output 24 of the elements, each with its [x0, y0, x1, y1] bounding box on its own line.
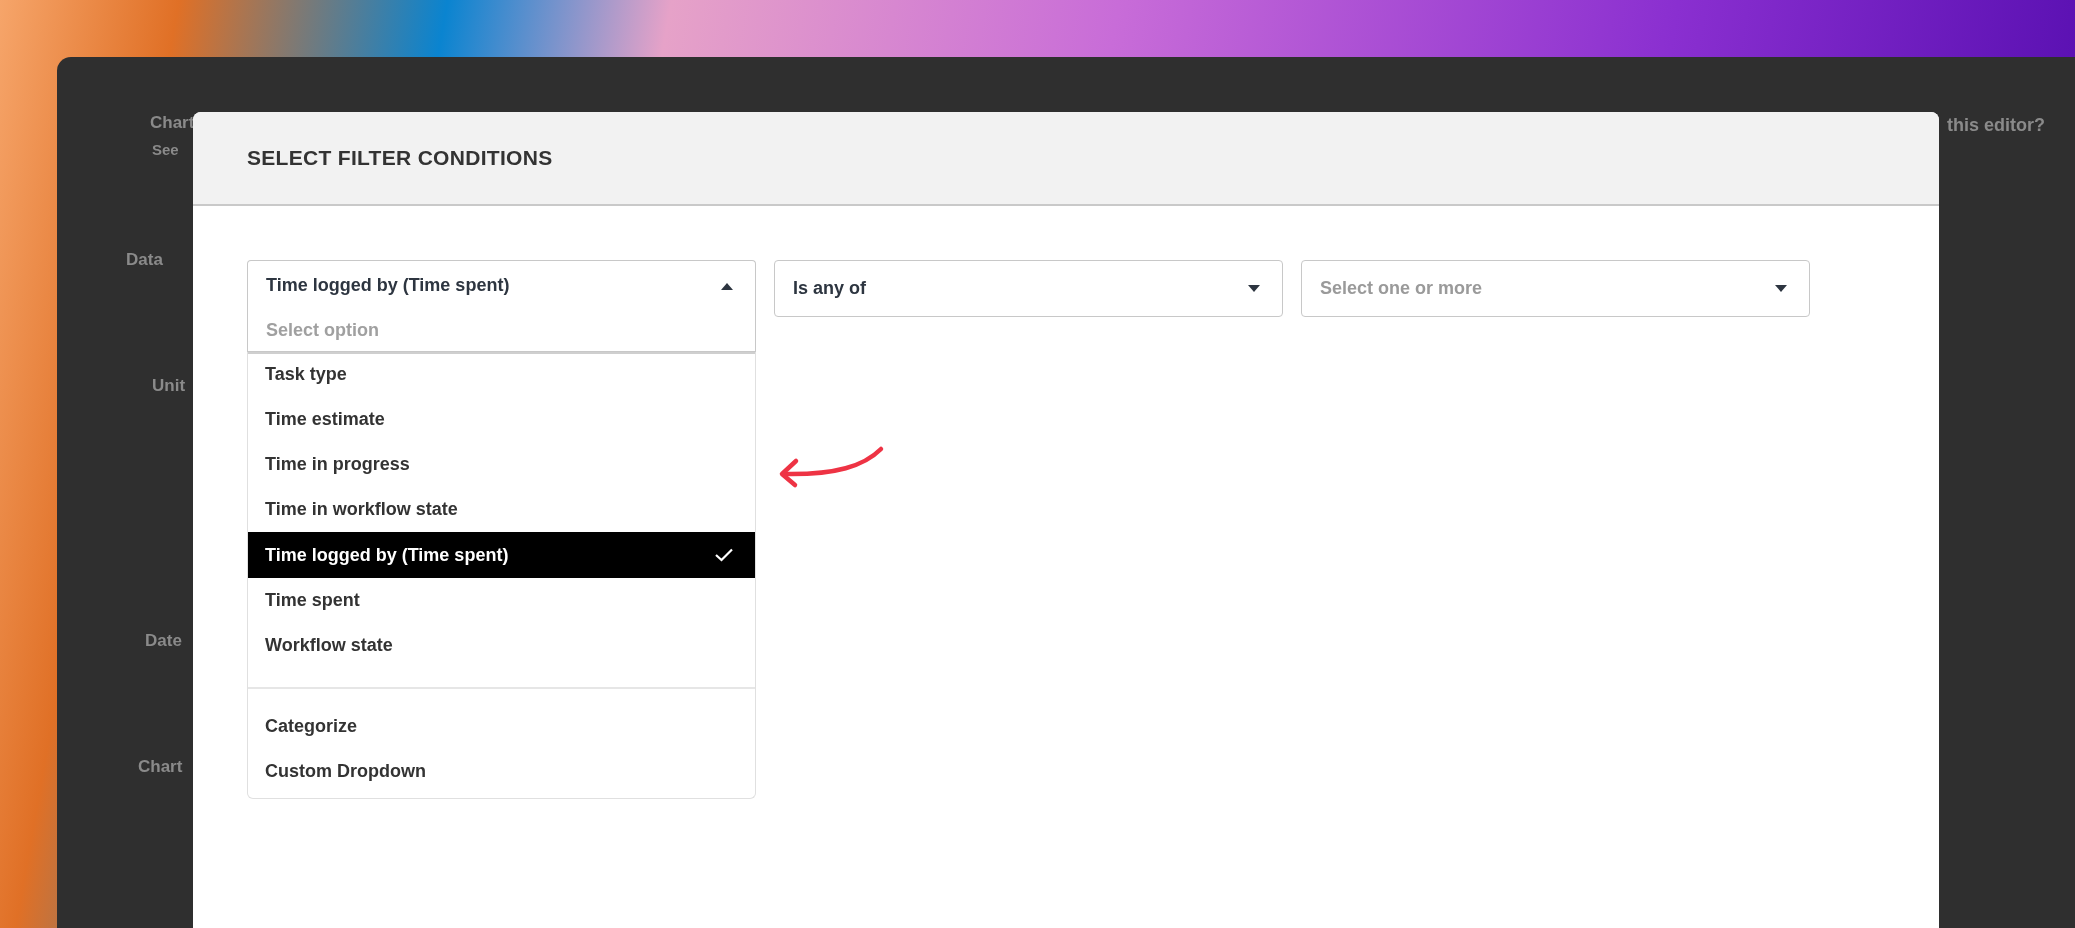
caret-down-icon [1775, 284, 1787, 293]
option-item[interactable]: Time in workflow state [248, 487, 755, 532]
option-item[interactable]: Time spent [248, 578, 755, 623]
search-field[interactable]: Select option [247, 310, 756, 352]
field-label: Data [126, 250, 163, 270]
filter-dropdown[interactable]: Is any of [774, 260, 1283, 317]
option-item[interactable]: Categorize [248, 704, 755, 749]
check-icon [715, 548, 733, 562]
caret-down-icon [1248, 284, 1260, 293]
option-item[interactable]: Time in progress [248, 442, 755, 487]
option-item[interactable]: Time estimate [248, 397, 755, 442]
filter-dropdown[interactable]: Time logged by (Time spent) [247, 260, 756, 310]
option-item[interactable]: Time logged by (Time spent) [248, 532, 755, 578]
field-label: Chart [138, 757, 183, 777]
help-link[interactable]: this editor? [1947, 115, 2045, 136]
dialog-title: SELECT FILTER CONDITIONS [247, 146, 553, 170]
field-hint: See [152, 141, 179, 158]
caret-up-icon [721, 281, 733, 290]
option-item[interactable]: Task type [248, 352, 755, 397]
option-item[interactable]: Workflow state [248, 623, 755, 668]
field-label: Date [145, 631, 182, 651]
field-label: Unit [152, 376, 186, 396]
option-item[interactable]: Custom Dropdown [248, 749, 755, 794]
field-label: Chart [150, 113, 195, 133]
